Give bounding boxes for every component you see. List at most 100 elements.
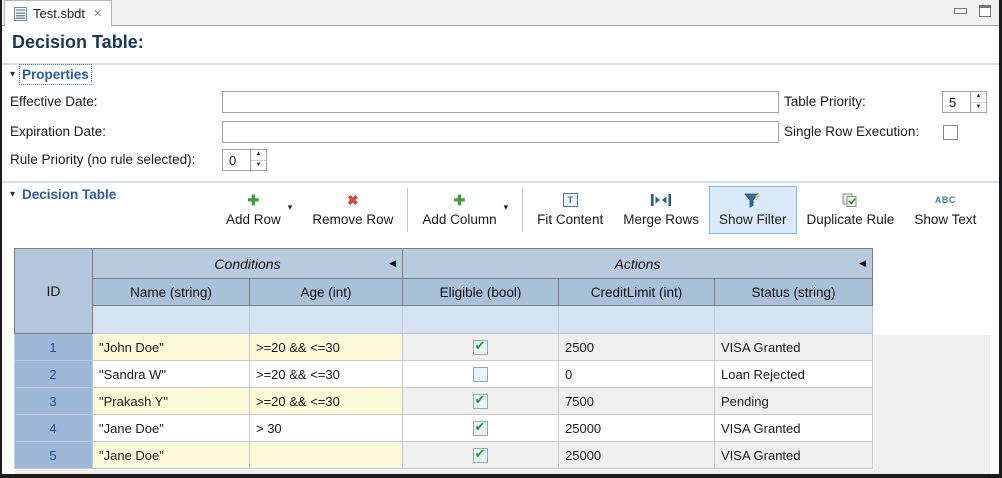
column-header-age[interactable]: Age (int) bbox=[250, 279, 403, 306]
collapse-triangle-icon[interactable]: ▾ bbox=[10, 69, 15, 80]
dropdown-arrow-icon[interactable]: ▾ bbox=[504, 202, 509, 213]
column-header-status[interactable]: Status (string) bbox=[715, 279, 873, 306]
row-id[interactable]: 5 bbox=[15, 442, 93, 469]
rule-priority-label: Rule Priority (no rule selected): bbox=[10, 149, 195, 171]
tab-close-icon[interactable]: ✕ bbox=[93, 7, 102, 20]
eligible-cell[interactable] bbox=[403, 442, 559, 469]
properties-section-label[interactable]: Properties bbox=[22, 67, 89, 82]
editor-tab-bar: Test.sbdt ✕ bbox=[2, 0, 999, 26]
decision-table-section-header[interactable]: ▾ Decision Table bbox=[10, 187, 116, 202]
column-header-eligible[interactable]: Eligible (bool) bbox=[403, 279, 559, 306]
tab-title: Test.sbdt bbox=[33, 6, 85, 21]
grid-empty-area bbox=[14, 470, 990, 475]
duplicate-rule-button[interactable]: Duplicate Rule bbox=[797, 186, 905, 234]
toolbar-separator bbox=[522, 188, 523, 232]
merge-rows-icon bbox=[651, 190, 671, 210]
column-header-creditlimit[interactable]: CreditLimit (int) bbox=[559, 279, 715, 306]
separator bbox=[2, 181, 999, 183]
creditlimit-cell[interactable]: 25000 bbox=[559, 415, 715, 442]
collapse-triangle-icon[interactable]: ▾ bbox=[10, 189, 15, 200]
tab-test-sbdt[interactable]: Test.sbdt ✕ bbox=[4, 0, 112, 26]
maximize-view-icon[interactable] bbox=[979, 5, 991, 17]
name-cell[interactable]: "John Doe" bbox=[93, 334, 250, 361]
show-filter-label: Show Filter bbox=[719, 212, 787, 227]
collapse-left-icon[interactable]: ◀ bbox=[859, 258, 866, 269]
filter-cell[interactable] bbox=[559, 306, 715, 334]
eligible-checkbox[interactable] bbox=[473, 367, 488, 382]
actions-group-header[interactable]: Actions ◀ bbox=[403, 249, 873, 279]
effective-date-input[interactable] bbox=[222, 91, 779, 113]
creditlimit-cell[interactable]: 7500 bbox=[559, 388, 715, 415]
show-text-button[interactable]: ABC Show Text bbox=[904, 186, 986, 234]
spinner-down-icon[interactable]: ▼ bbox=[971, 102, 986, 113]
age-cell[interactable]: >=20 && <=30 bbox=[250, 388, 403, 415]
eligible-cell[interactable] bbox=[403, 415, 559, 442]
table-priority-spinner[interactable]: 5 ▲ ▼ bbox=[942, 91, 987, 113]
add-column-button[interactable]: ✚ Add Column ▾ bbox=[412, 186, 518, 234]
conditions-group-header[interactable]: Conditions ◀ bbox=[93, 249, 403, 279]
id-column-header[interactable]: ID bbox=[15, 249, 93, 334]
eligible-checkbox[interactable] bbox=[473, 448, 488, 463]
toolbar-separator bbox=[407, 188, 408, 232]
name-cell[interactable]: "Jane Doe" bbox=[93, 415, 250, 442]
duplicate-rule-icon bbox=[842, 190, 859, 210]
status-cell[interactable]: VISA Granted bbox=[715, 442, 873, 469]
eligible-checkbox[interactable] bbox=[473, 394, 488, 409]
filter-cell[interactable] bbox=[93, 306, 250, 334]
single-row-execution-checkbox[interactable] bbox=[943, 125, 958, 140]
eligible-checkbox[interactable] bbox=[473, 340, 488, 355]
properties-section-header[interactable]: ▾ Properties bbox=[10, 67, 89, 82]
status-cell[interactable]: Loan Rejected bbox=[715, 361, 873, 388]
collapse-left-icon[interactable]: ◀ bbox=[389, 258, 396, 269]
expiration-date-input[interactable] bbox=[222, 121, 779, 143]
add-row-button[interactable]: ✚ Add Row ▾ bbox=[216, 186, 302, 234]
filter-cell[interactable] bbox=[403, 306, 559, 334]
age-cell[interactable]: >=20 && <=30 bbox=[250, 361, 403, 388]
eligible-checkbox[interactable] bbox=[473, 421, 488, 436]
table-row: 4 "Jane Doe" > 30 25000 VISA Granted bbox=[15, 415, 873, 442]
spinner-up-icon[interactable]: ▲ bbox=[971, 92, 986, 102]
filter-cell[interactable] bbox=[250, 306, 403, 334]
age-cell[interactable] bbox=[250, 442, 403, 469]
row-id[interactable]: 2 bbox=[15, 361, 93, 388]
column-header-name[interactable]: Name (string) bbox=[93, 279, 250, 306]
table-priority-value[interactable]: 5 bbox=[943, 92, 970, 112]
row-id[interactable]: 3 bbox=[15, 388, 93, 415]
age-cell[interactable]: > 30 bbox=[250, 415, 403, 442]
dropdown-arrow-icon[interactable]: ▾ bbox=[288, 202, 293, 213]
fit-content-button[interactable]: T Fit Content bbox=[527, 186, 613, 234]
age-cell[interactable]: >=20 && <=30 bbox=[250, 334, 403, 361]
show-filter-button[interactable]: Show Filter bbox=[709, 186, 797, 234]
filter-cell[interactable] bbox=[715, 306, 873, 334]
creditlimit-cell[interactable]: 25000 bbox=[559, 442, 715, 469]
creditlimit-cell[interactable]: 2500 bbox=[559, 334, 715, 361]
rule-priority-value[interactable]: 0 bbox=[223, 150, 250, 170]
add-column-label: Add Column bbox=[422, 212, 496, 227]
page-title: Decision Table: bbox=[12, 32, 144, 53]
spinner-down-icon[interactable]: ▼ bbox=[251, 160, 266, 171]
rule-priority-spinner[interactable]: 0 ▲ ▼ bbox=[222, 149, 267, 171]
eligible-cell[interactable] bbox=[403, 361, 559, 388]
minimize-view-icon[interactable] bbox=[954, 8, 967, 14]
row-id[interactable]: 4 bbox=[15, 415, 93, 442]
table-row: 2 "Sandra W" >=20 && <=30 0 Loan Rejecte… bbox=[15, 361, 873, 388]
merge-rows-button[interactable]: Merge Rows bbox=[613, 186, 709, 234]
fit-content-label: Fit Content bbox=[537, 212, 603, 227]
eligible-cell[interactable] bbox=[403, 334, 559, 361]
separator bbox=[2, 63, 999, 65]
name-cell[interactable]: "Jane Doe" bbox=[93, 442, 250, 469]
table-row: 5 "Jane Doe" 25000 VISA Granted bbox=[15, 442, 873, 469]
row-id[interactable]: 1 bbox=[15, 334, 93, 361]
remove-row-label: Remove Row bbox=[312, 212, 393, 227]
remove-row-button[interactable]: ✖ Remove Row bbox=[302, 186, 403, 234]
status-cell[interactable]: Pending bbox=[715, 388, 873, 415]
name-cell[interactable]: "Prakash Y" bbox=[93, 388, 250, 415]
eligible-cell[interactable] bbox=[403, 388, 559, 415]
status-cell[interactable]: VISA Granted bbox=[715, 334, 873, 361]
remove-icon: ✖ bbox=[347, 190, 359, 210]
spinner-up-icon[interactable]: ▲ bbox=[251, 150, 266, 160]
status-cell[interactable]: VISA Granted bbox=[715, 415, 873, 442]
decision-table-section-label[interactable]: Decision Table bbox=[22, 187, 116, 202]
creditlimit-cell[interactable]: 0 bbox=[559, 361, 715, 388]
name-cell[interactable]: "Sandra W" bbox=[93, 361, 250, 388]
